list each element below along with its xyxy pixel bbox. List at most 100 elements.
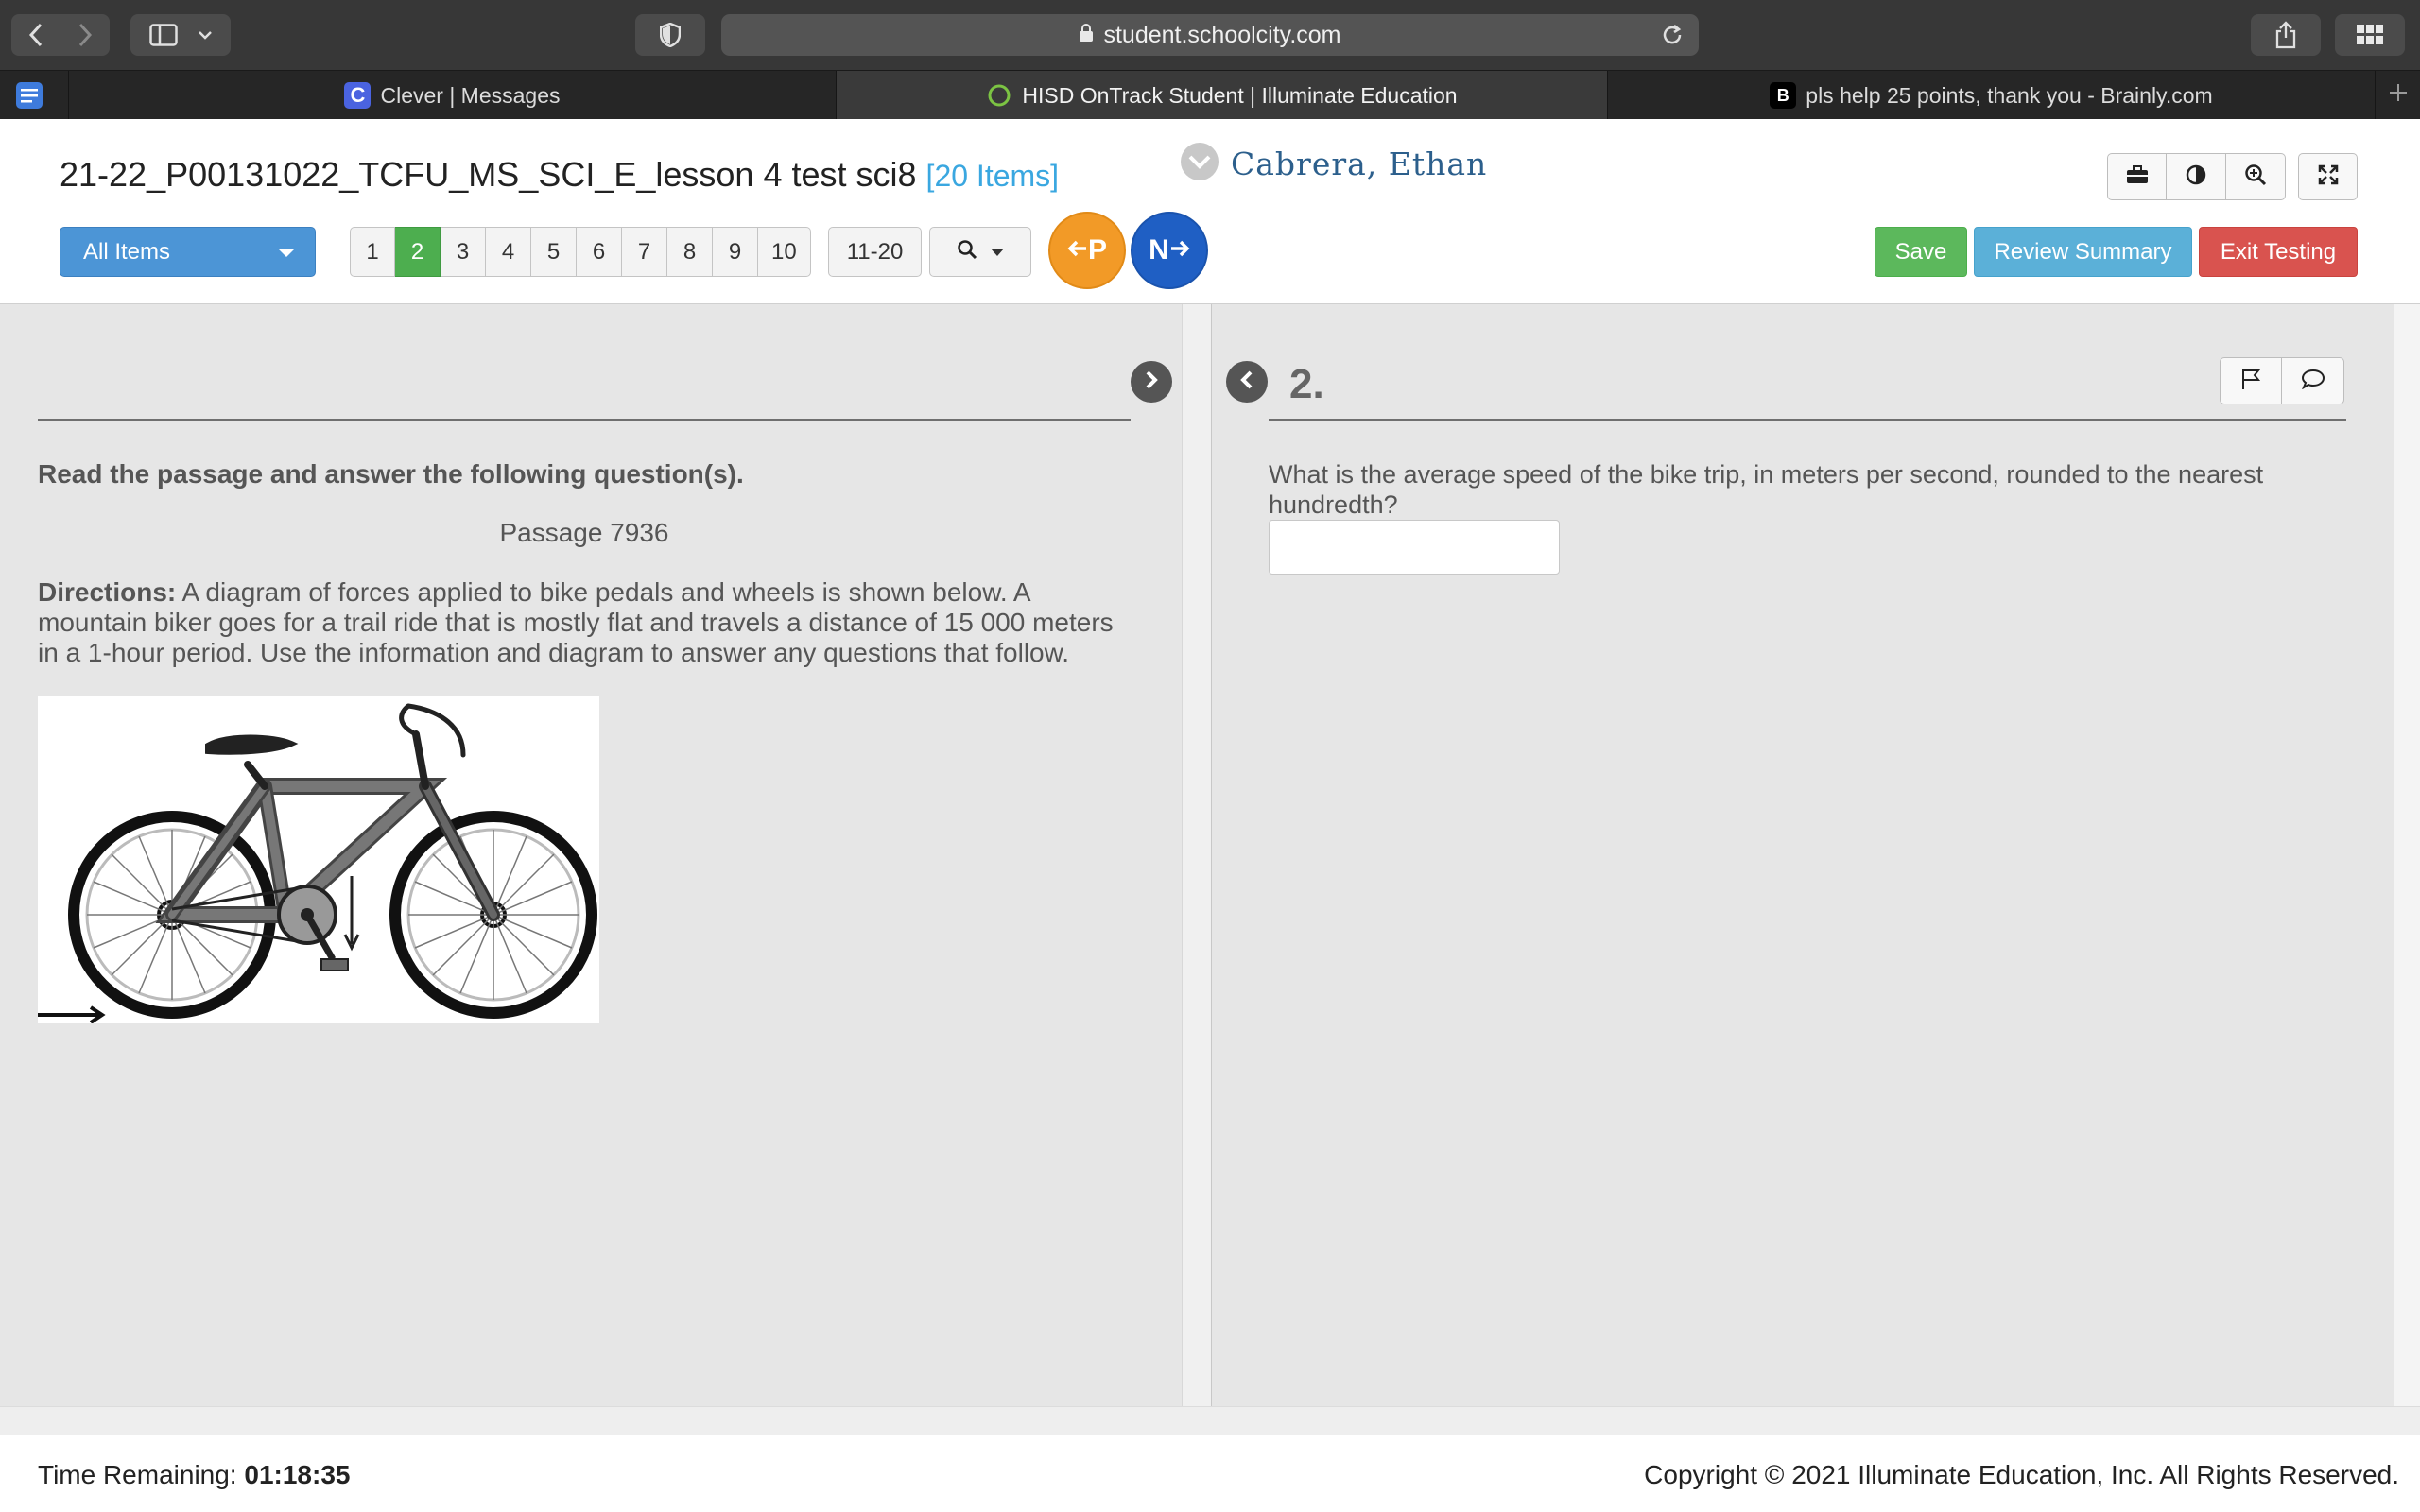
test-title-text: 21-22_P00131022_TCFU_MS_SCI_E_lesson 4 t… [60, 155, 917, 194]
next-label: N [1149, 234, 1169, 266]
collapse-passage-button[interactable] [1226, 361, 1268, 403]
page-button-6[interactable]: 6 [577, 227, 622, 277]
divider [1269, 419, 2346, 421]
question-pane: 2. What is the average speed of the bike… [1212, 304, 2394, 1406]
divider [38, 419, 1131, 421]
share-icon [2274, 21, 2297, 49]
fullscreen-button[interactable] [2298, 153, 2358, 200]
zoom-icon [2244, 163, 2267, 191]
pedal-force-arrow [343, 876, 360, 952]
previous-label: P [1087, 234, 1107, 266]
back-forward-group [11, 14, 110, 56]
address-bar[interactable]: student.schoolcity.com [721, 14, 1699, 56]
fullscreen-icon [2318, 164, 2339, 190]
chevron-down-icon [199, 30, 212, 40]
tab-label: HISD OnTrack Student | Illuminate Educat… [1022, 82, 1458, 108]
tab-label: Clever | Messages [380, 82, 561, 108]
question-text: What is the average speed of the bike tr… [1269, 460, 2264, 519]
review-summary-button[interactable]: Review Summary [1974, 227, 2192, 277]
passage-instruction: Read the passage and answer the followin… [38, 459, 744, 489]
privacy-shield-button[interactable] [635, 14, 705, 56]
caret-down-icon [279, 249, 294, 257]
all-items-dropdown[interactable]: All Items [60, 227, 316, 277]
tab-hisd-ontrack[interactable]: HISD OnTrack Student | Illuminate Educat… [836, 71, 1607, 120]
previous-button[interactable]: P [1048, 212, 1126, 289]
zoom-button[interactable] [2226, 153, 2286, 200]
arrow-left-icon [1067, 234, 1088, 266]
page-button-5[interactable]: 5 [531, 227, 577, 277]
page-button-4[interactable]: 4 [486, 227, 531, 277]
exit-testing-button[interactable]: Exit Testing [2199, 227, 2358, 277]
expand-passage-button[interactable] [1131, 361, 1172, 403]
reading-list-icon [16, 82, 43, 109]
pane-splitter[interactable] [1182, 304, 1212, 1406]
page-button-7[interactable]: 7 [622, 227, 667, 277]
tab-label: pls help 25 points, thank you - Brainly.… [1806, 82, 2213, 108]
time-remaining-label: Time Remaining: [38, 1460, 237, 1489]
copyright: Copyright © 2021 Illuminate Education, I… [1644, 1460, 2399, 1489]
time-remaining-value: 01:18:35 [244, 1460, 351, 1489]
bike-diagram [38, 696, 599, 1024]
plus-icon [2388, 82, 2409, 109]
page-button-8[interactable]: 8 [667, 227, 713, 277]
motion-arrow [38, 1005, 106, 1024]
flag-icon [2240, 368, 2261, 395]
tab-brainly[interactable]: B pls help 25 points, thank you - Brainl… [1607, 71, 2375, 120]
directions-label: Directions: [38, 577, 177, 607]
student-menu[interactable]: Cabrera, Ethan [1180, 142, 1487, 186]
question-number: 2. [1289, 361, 1324, 407]
test-header: 21-22_P00131022_TCFU_MS_SCI_E_lesson 4 t… [0, 119, 2420, 304]
directions-text: A diagram of forces applied to bike peda… [38, 577, 1114, 667]
passage-id: Passage 7936 [499, 518, 669, 547]
page-button-2-current[interactable]: 2 [395, 227, 441, 277]
tab-bar: C Clever | Messages HISD OnTrack Student… [0, 70, 2420, 120]
flag-button[interactable] [2220, 357, 2282, 404]
forward-icon[interactable] [60, 23, 110, 47]
item-count: [20 Items] [925, 159, 1060, 193]
pane-bottom-strip [0, 1406, 2420, 1435]
page-button-10[interactable]: 10 [758, 227, 811, 277]
answer-input[interactable] [1269, 520, 1560, 575]
test-title: 21-22_P00131022_TCFU_MS_SCI_E_lesson 4 t… [60, 155, 1059, 195]
contrast-icon [2186, 164, 2206, 190]
reload-icon[interactable] [1659, 22, 1685, 55]
new-tab-button[interactable] [2375, 71, 2420, 120]
caret-down-icon [991, 248, 1004, 256]
contrast-button[interactable] [2167, 153, 2226, 200]
tab-overview-button[interactable] [2335, 14, 2405, 56]
reader-tab-button[interactable] [0, 71, 68, 120]
student-name: Cabrera, Ethan [1231, 146, 1488, 182]
tool-group [2107, 153, 2286, 200]
comment-button[interactable] [2282, 357, 2344, 404]
question-tools [2220, 357, 2344, 404]
toolbox-button[interactable] [2107, 153, 2167, 200]
bike-frame [155, 703, 500, 923]
chevron-right-icon [1143, 370, 1160, 394]
page-range-button[interactable]: 11-20 [828, 227, 922, 277]
lock-icon [1079, 22, 1094, 49]
save-button[interactable]: Save [1875, 227, 1967, 277]
url-text: student.schoolcity.com [1103, 21, 1341, 48]
back-icon[interactable] [11, 23, 60, 47]
browser-toolbar: student.schoolcity.com [0, 0, 2420, 70]
brainly-icon: B [1770, 82, 1797, 109]
chevron-down-circle-icon [1180, 142, 1219, 186]
question-pager: 1 2 3 4 5 6 7 8 9 10 [350, 227, 811, 277]
page-button-1[interactable]: 1 [350, 227, 395, 277]
search-dropdown[interactable] [929, 227, 1031, 277]
page-button-3[interactable]: 3 [441, 227, 486, 277]
page-button-9[interactable]: 9 [713, 227, 758, 277]
clever-icon: C [344, 82, 372, 109]
scrollbar[interactable] [2394, 304, 2420, 1435]
tab-clever-messages[interactable]: C Clever | Messages [68, 71, 836, 120]
share-button[interactable] [2251, 14, 2321, 56]
shield-icon [660, 23, 681, 47]
time-remaining: Time Remaining: 01:18:35 [38, 1460, 350, 1490]
sidebar-icon [149, 24, 178, 46]
chevron-left-icon [1238, 370, 1255, 394]
passage-pane: Read the passage and answer the followin… [0, 304, 1182, 1406]
arrow-right-icon [1169, 234, 1190, 266]
sidebar-toggle[interactable] [130, 14, 231, 56]
next-button[interactable]: N [1131, 212, 1208, 289]
grid-icon [2357, 25, 2383, 45]
